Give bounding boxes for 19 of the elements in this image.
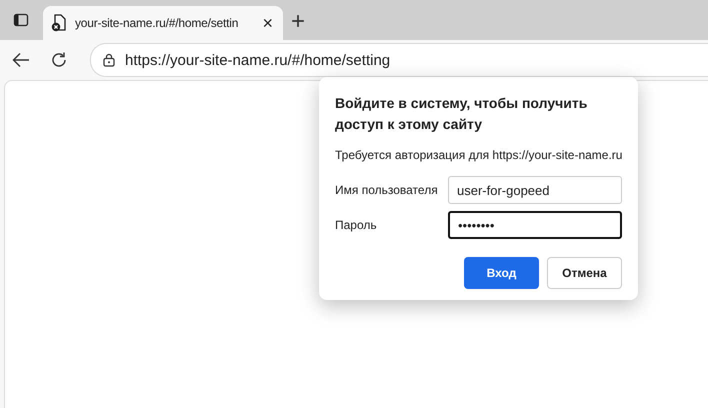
tab-title: your-site-name.ru/#/home/settin [75, 16, 240, 30]
reload-icon[interactable] [50, 51, 68, 69]
new-tab-button[interactable]: + [287, 10, 310, 34]
document-error-icon [51, 14, 67, 32]
field-label: Имя пользователя [335, 183, 439, 197]
url-text: https://your-site-name.ru/#/home/setting [125, 52, 390, 68]
field-label: Пароль [335, 218, 378, 232]
input-field[interactable]: user-for-gopeed [448, 176, 622, 204]
input-field[interactable]: •••••••• [448, 211, 622, 239]
address-bar[interactable]: https://your-site-name.ru/#/home/setting [90, 43, 708, 77]
browser-tab[interactable]: your-site-name.ru/#/home/settin × [43, 6, 283, 40]
back-arrow-icon[interactable] [12, 52, 30, 68]
dialog-title: Войдите в систему, чтобы получить доступ к этому сайту [335, 94, 588, 134]
lock-icon [103, 53, 115, 67]
login-button[interactable]: Вход [464, 257, 539, 289]
cancel-button[interactable]: Отмена [547, 257, 622, 289]
close-tab-button[interactable]: × [260, 14, 275, 32]
dialog-message: Требуется авторизация для https://your-site-name.ru [335, 148, 622, 162]
tab-actions-icon[interactable] [13, 12, 29, 28]
